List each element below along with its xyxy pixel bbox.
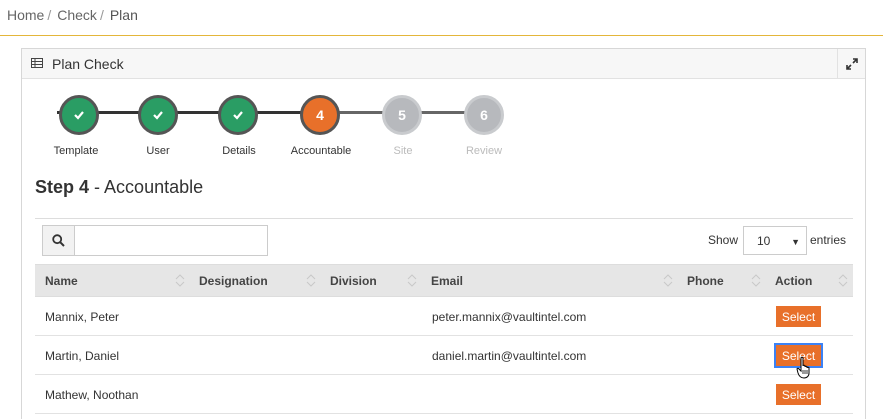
breadcrumb-separator: / <box>47 7 52 23</box>
step-1-circle[interactable] <box>59 95 99 135</box>
step-heading: Step 4 - Accountable <box>35 177 203 198</box>
panel-header: Plan Check <box>22 49 865 79</box>
sort-icon[interactable] <box>174 272 186 288</box>
table-header: Name Designation Division Email Phone Ac… <box>35 264 853 297</box>
checkmark-icon <box>153 111 163 120</box>
step-3-circle[interactable] <box>218 95 258 135</box>
step-heading-title: Accountable <box>104 177 204 197</box>
search-input[interactable] <box>75 226 267 255</box>
table-row: Martin, Daniel daniel.martin@vaultintel.… <box>35 336 853 375</box>
step-label-accountable: Accountable <box>290 145 352 157</box>
sort-icon[interactable] <box>662 272 674 288</box>
header-divider <box>0 35 883 36</box>
step-label-user: User <box>146 145 170 157</box>
users-table: Name Designation Division Email Phone Ac… <box>35 264 853 414</box>
step-6-circle[interactable]: 6 <box>464 95 504 135</box>
sort-icon[interactable] <box>406 272 418 288</box>
column-header-email[interactable]: Email <box>431 274 463 288</box>
step-number: 6 <box>480 107 488 123</box>
entries-select[interactable]: 10 ▼ <box>743 226 807 255</box>
search-icon <box>52 234 65 247</box>
step-label-details: Details <box>222 145 256 157</box>
column-header-action[interactable]: Action <box>775 274 812 288</box>
cell-email: peter.mannix@vaultintel.com <box>432 310 587 324</box>
step-2-circle[interactable] <box>138 95 178 135</box>
cell-name: Martin, Daniel <box>45 349 120 363</box>
step-heading-dash: - <box>89 177 105 197</box>
step-number: 5 <box>398 107 406 123</box>
column-header-name[interactable]: Name <box>45 274 78 288</box>
sort-icon[interactable] <box>837 272 849 288</box>
cell-name: Mannix, Peter <box>45 310 120 324</box>
breadcrumb-home[interactable]: Home <box>7 7 44 23</box>
step-label-template: Template <box>53 145 99 157</box>
select-button[interactable]: Select <box>776 306 821 327</box>
step-4-circle[interactable]: 4 <box>300 95 340 135</box>
step-number: 4 <box>316 107 324 123</box>
expand-button[interactable] <box>837 49 865 79</box>
search-button[interactable] <box>43 226 75 255</box>
caret-down-icon: ▼ <box>791 237 800 247</box>
search-group <box>42 225 268 256</box>
cell-email: daniel.martin@vaultintel.com <box>432 349 587 363</box>
table-row: Mannix, Peter peter.mannix@vaultintel.co… <box>35 297 853 336</box>
sort-icon[interactable] <box>305 272 317 288</box>
step-heading-number: Step 4 <box>35 177 90 197</box>
column-header-division[interactable]: Division <box>330 274 377 288</box>
table-row: Mathew, Noothan Select <box>35 375 853 414</box>
select-button[interactable]: Select <box>774 343 823 368</box>
breadcrumb-plan: Plan <box>109 7 138 23</box>
panel-title: Plan Check <box>52 56 124 72</box>
select-button[interactable]: Select <box>776 384 821 405</box>
show-label: Show <box>708 233 739 247</box>
toolbar-divider <box>35 218 853 219</box>
sort-icon[interactable] <box>750 272 762 288</box>
checkmark-icon <box>233 111 243 120</box>
step-5-circle[interactable]: 5 <box>382 95 422 135</box>
cell-name: Mathew, Noothan <box>45 388 139 402</box>
column-header-phone[interactable]: Phone <box>687 274 724 288</box>
step-label-review: Review <box>465 145 503 157</box>
breadcrumb-separator: / <box>99 7 104 23</box>
checkmark-icon <box>74 111 84 120</box>
breadcrumb-check[interactable]: Check <box>57 7 97 23</box>
column-header-designation[interactable]: Designation <box>199 274 268 288</box>
step-label-site: Site <box>393 145 413 157</box>
entries-label: entries <box>810 233 847 247</box>
wizard-stepper: 4 5 6 Template User Details Accountable … <box>37 95 507 165</box>
table-icon <box>31 58 43 68</box>
breadcrumb: Home / Check / Plan <box>7 7 138 23</box>
entries-selected-value: 10 <box>757 233 771 248</box>
expand-icon <box>845 58 858 70</box>
